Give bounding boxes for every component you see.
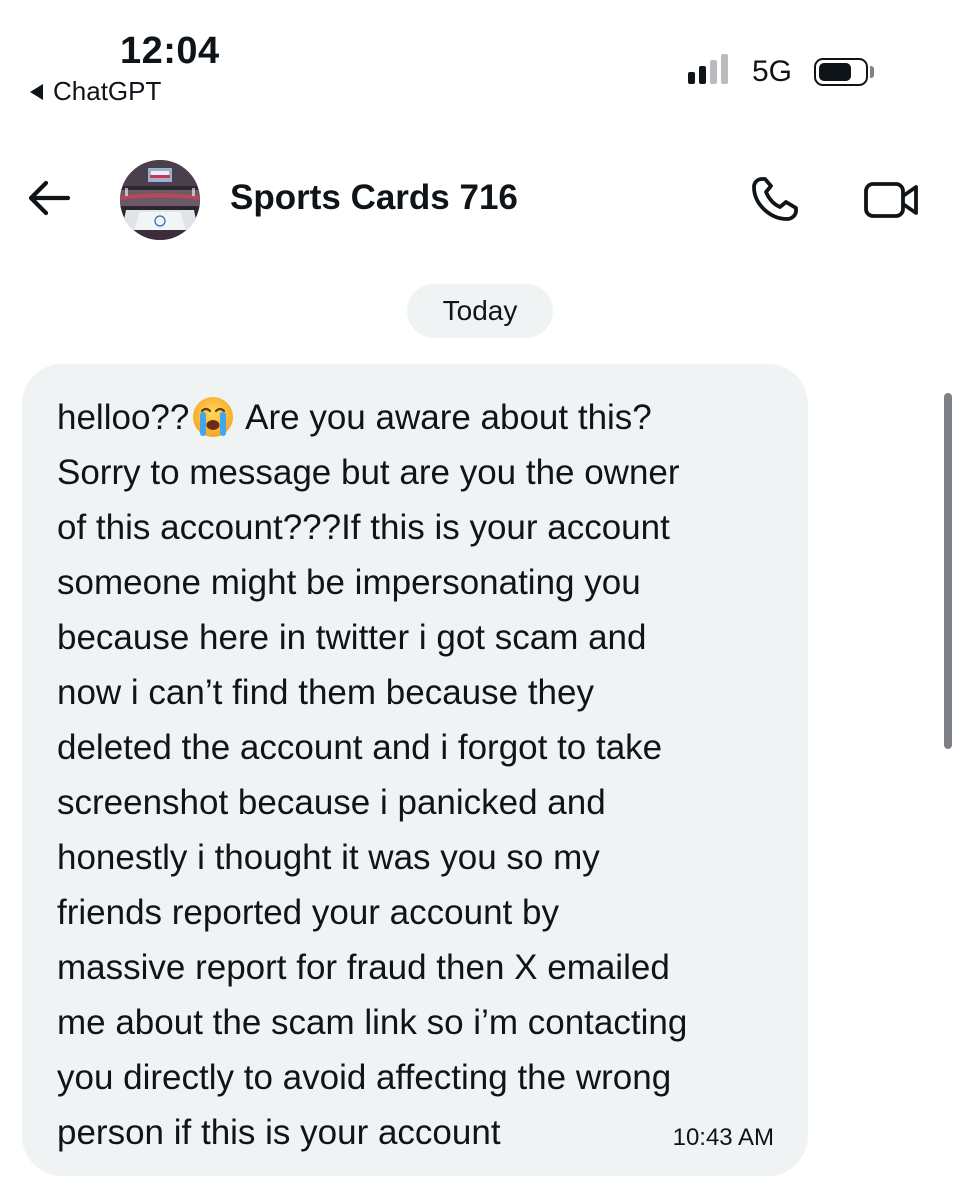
avatar[interactable]: [120, 160, 200, 240]
signal-bar: [721, 54, 728, 84]
signal-bar: [699, 66, 706, 84]
cellular-signal-icon: [688, 54, 728, 84]
scrollbar-thumb[interactable]: [944, 393, 952, 749]
message-text-rest: Are you aware about this? Sorry to messa…: [57, 398, 688, 1152]
return-app-label: ChatGPT: [53, 76, 162, 106]
message-text-start: helloo??: [57, 398, 190, 437]
signal-bar: [710, 60, 717, 84]
date-separator: Today: [407, 284, 553, 338]
battery-icon: [814, 58, 868, 86]
network-type: 5G: [752, 55, 793, 88]
loudly-crying-face-icon: [193, 397, 234, 437]
dm-conversation-screen: 12:04 ChatGPT 5G Sports Cards 716 Today …: [0, 0, 959, 1200]
phone-icon[interactable]: [748, 174, 802, 224]
battery-cap: [870, 66, 874, 78]
status-time: 12:04: [120, 30, 220, 72]
contact-name[interactable]: Sports Cards 716: [230, 178, 518, 218]
arena-avatar-image: [120, 160, 200, 240]
message-bubble[interactable]: helloo?? Are you aware about this? Sorry…: [22, 364, 808, 1176]
back-triangle-icon: [30, 83, 43, 100]
message-text: helloo?? Are you aware about this? Sorry…: [57, 390, 778, 1160]
video-icon[interactable]: [862, 178, 922, 222]
signal-bar: [688, 72, 695, 84]
battery-level: [819, 63, 851, 81]
back-arrow-icon[interactable]: [26, 178, 72, 218]
return-to-app[interactable]: ChatGPT: [30, 76, 161, 107]
message-timestamp: 10:43 AM: [672, 1124, 774, 1151]
